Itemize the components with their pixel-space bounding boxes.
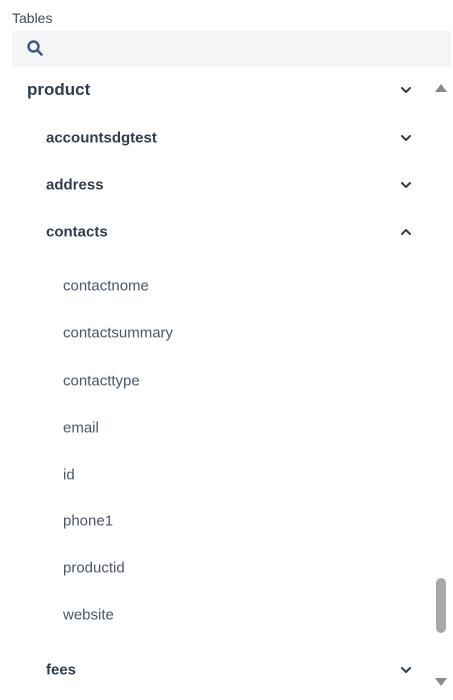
column-label: contactnome [63, 277, 149, 295]
column-label: id [63, 466, 75, 484]
tree-item-column-contactnome[interactable]: contactnome [0, 266, 430, 306]
column-label: email [63, 419, 99, 437]
tables-panel: Tables product accountsdgtest address co… [0, 0, 453, 700]
tree-item-table-accountsdgtest[interactable]: accountsdgtest [0, 118, 430, 158]
tree-item-column-id[interactable]: id [0, 455, 430, 495]
search-input[interactable] [52, 35, 446, 65]
column-label: productid [63, 559, 125, 577]
vertical-scrollbar[interactable] [433, 80, 450, 690]
tree-item-table-address[interactable]: address [0, 165, 430, 205]
chevron-down-icon[interactable] [400, 132, 412, 144]
chevron-down-icon[interactable] [400, 179, 412, 191]
tree-item-column-website[interactable]: website [0, 595, 430, 635]
tree-item-label: fees [46, 661, 77, 679]
column-label: website [63, 606, 114, 624]
chevron-down-icon[interactable] [400, 84, 412, 96]
tree-item-schema-product[interactable]: product [0, 70, 430, 110]
tree-item-column-email[interactable]: email [0, 408, 430, 448]
scroll-down-arrow-icon[interactable] [435, 678, 447, 686]
tree-item-column-phone1[interactable]: phone1 [0, 501, 430, 541]
tree-item-label: accountsdgtest [46, 129, 157, 147]
search-icon [27, 40, 43, 56]
tree-item-label: address [46, 176, 104, 194]
search-box[interactable] [12, 31, 451, 67]
tree-item-table-contacts[interactable]: contacts [0, 212, 430, 252]
chevron-up-icon[interactable] [400, 226, 412, 238]
column-label: phone1 [63, 512, 114, 530]
chevron-down-icon[interactable] [400, 664, 412, 676]
tree-item-label: contacts [46, 223, 108, 241]
column-label: contacttype [63, 372, 140, 390]
panel-title: Tables [12, 10, 53, 26]
table-tree: product accountsdgtest address contacts [0, 67, 430, 700]
scroll-up-arrow-icon[interactable] [435, 84, 447, 92]
tree-item-column-productid[interactable]: productid [0, 548, 430, 588]
column-label: contactsummary [63, 324, 174, 342]
tree-item-table-fees[interactable]: fees [0, 650, 430, 690]
tree-item-label: product [27, 80, 91, 99]
tree-item-column-contactsummary[interactable]: contactsummary [0, 313, 430, 353]
scrollbar-thumb[interactable] [436, 578, 446, 633]
tree-item-column-contacttype[interactable]: contacttype [0, 361, 430, 401]
